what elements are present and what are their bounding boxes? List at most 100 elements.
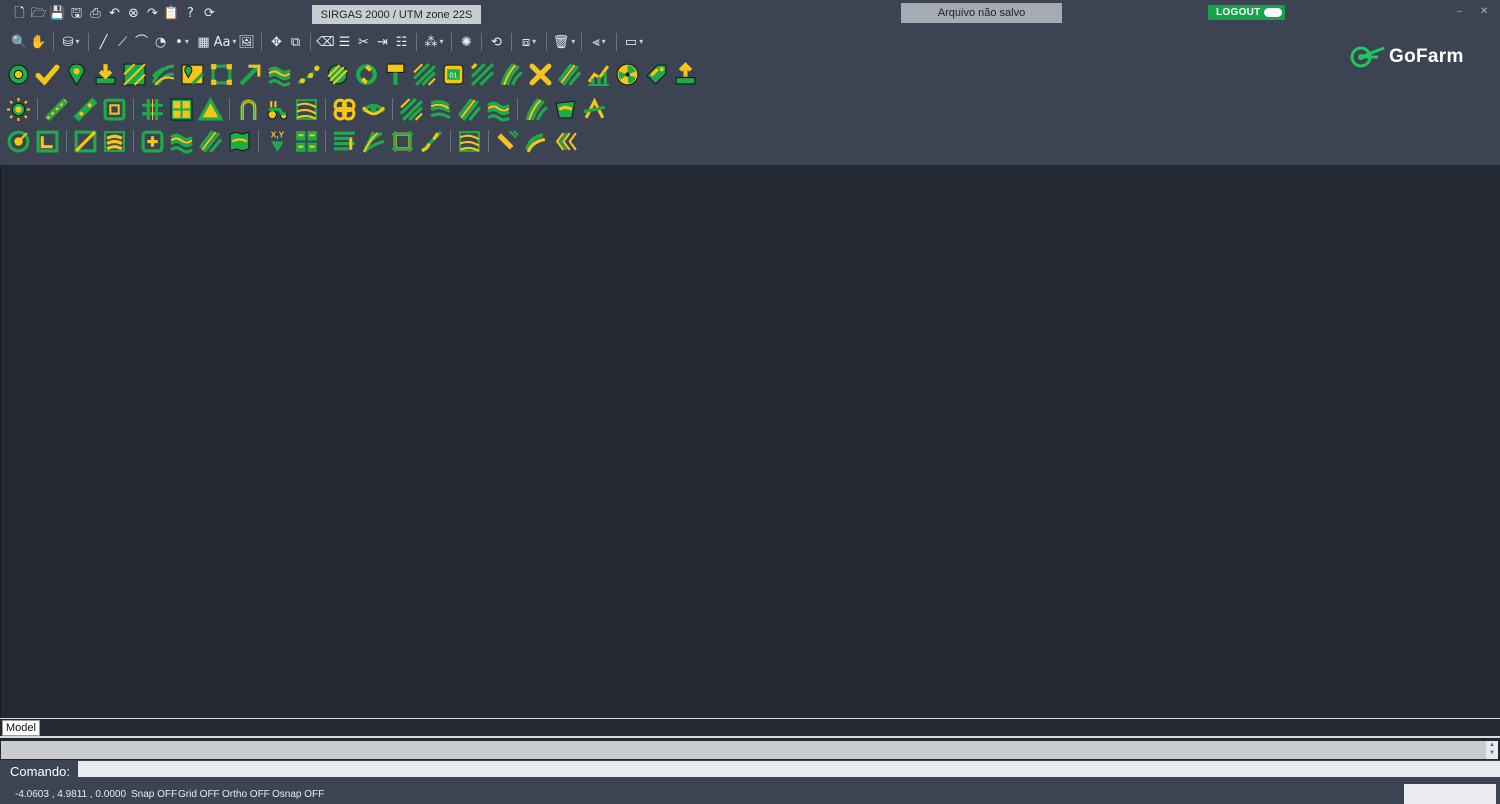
history-scrollbar[interactable]: ▲ ▼	[1486, 741, 1498, 759]
command-input[interactable]	[78, 761, 1500, 777]
corner-frame-icon[interactable]	[33, 127, 62, 155]
eye-path-icon[interactable]	[359, 95, 388, 123]
redo-icon[interactable]: ↷	[143, 3, 162, 23]
xy-coordinate-icon[interactable]: X,Y	[263, 127, 292, 155]
swept-rows-icon[interactable]	[484, 95, 513, 123]
radar-target-icon[interactable]	[4, 127, 33, 155]
diagonal-rows-icon[interactable]	[410, 60, 439, 88]
curved-lines-icon[interactable]	[149, 60, 178, 88]
logout-button[interactable]: LOGOUT	[1208, 5, 1285, 20]
ortho-toggle[interactable]: Ortho OFF	[222, 789, 270, 800]
fan-rows-icon[interactable]	[359, 127, 388, 155]
minimize-icon[interactable]: –	[1457, 6, 1462, 17]
grid-lines-icon[interactable]	[138, 95, 167, 123]
sun-gear-icon[interactable]	[4, 95, 33, 123]
add-plot-icon[interactable]	[138, 127, 167, 155]
diagonal-cut-icon[interactable]	[417, 127, 446, 155]
export-upload-icon[interactable]	[671, 60, 700, 88]
confirm-check-icon[interactable]	[33, 60, 62, 88]
angle-tool-icon[interactable]	[580, 95, 609, 123]
dotted-path-icon[interactable]	[294, 60, 323, 88]
save-icon[interactable]: 💾	[48, 3, 67, 23]
triangle-icon[interactable]	[196, 95, 225, 123]
erase-icon[interactable]: ⌫	[316, 32, 335, 52]
window-blocks-icon[interactable]	[167, 95, 196, 123]
drawing-canvas[interactable]	[0, 165, 1500, 718]
match-icon[interactable]: ⟲	[487, 32, 506, 52]
osnap-toggle[interactable]: Osnap OFF	[272, 789, 324, 800]
circle-icon[interactable]: ◔	[151, 32, 170, 52]
folded-map-icon[interactable]	[225, 127, 254, 155]
new-file-icon[interactable]: 🗋	[10, 3, 29, 23]
path-arrow-icon[interactable]	[236, 60, 265, 88]
snap-toggle[interactable]: Snap OFF	[131, 789, 177, 800]
ruler-icon[interactable]	[71, 95, 100, 123]
map-pin-area-icon[interactable]	[178, 60, 207, 88]
contour-rows-icon[interactable]	[426, 95, 455, 123]
flowing-rows-icon[interactable]	[167, 127, 196, 155]
arc-icon[interactable]: ⌒	[132, 32, 151, 52]
import-download-icon[interactable]	[91, 60, 120, 88]
slanted-rows-icon[interactable]	[555, 60, 584, 88]
point-icon[interactable]: •	[170, 32, 194, 52]
layers-icon[interactable]: ⛁	[59, 32, 83, 52]
growth-chart-icon[interactable]	[584, 60, 613, 88]
pan-icon[interactable]: ✋	[29, 32, 48, 52]
block-grid-icon[interactable]	[292, 127, 321, 155]
stacked-rows-icon[interactable]	[196, 127, 225, 155]
tractor-icon[interactable]	[263, 95, 292, 123]
slope-rows-icon[interactable]	[397, 95, 426, 123]
explode-icon[interactable]: ✺	[457, 32, 476, 52]
hatched-circle-icon[interactable]	[323, 60, 352, 88]
bucket-icon[interactable]	[551, 95, 580, 123]
line-icon[interactable]: ╱	[94, 32, 113, 52]
cancel-icon[interactable]: ⊗	[124, 3, 143, 23]
text-icon[interactable]: Aa	[213, 32, 237, 52]
coordinate-system-button[interactable]: SIRGAS 2000 / UTM zone 22S	[312, 5, 481, 24]
pencil-line-icon[interactable]	[42, 95, 71, 123]
extend-icon[interactable]: ⇥	[373, 32, 392, 52]
framed-square-icon[interactable]	[388, 127, 417, 155]
hand-path-icon[interactable]	[522, 127, 551, 155]
merge-rows-icon[interactable]	[455, 127, 484, 155]
print-icon[interactable]: ⎙	[86, 3, 105, 23]
brush-icon[interactable]	[381, 60, 410, 88]
snap-icon[interactable]: ⁂	[422, 32, 446, 52]
remove-x-icon[interactable]	[526, 60, 555, 88]
help-icon[interactable]: ?	[181, 3, 200, 23]
move-icon[interactable]: ✥	[267, 32, 286, 52]
block-icon[interactable]: ⧈	[517, 32, 541, 52]
cycle-icon[interactable]	[352, 60, 381, 88]
spray-icon[interactable]	[493, 127, 522, 155]
corner-rows-icon[interactable]	[468, 60, 497, 88]
grid-toggle[interactable]: Grid OFF	[178, 789, 220, 800]
radiation-icon[interactable]	[613, 60, 642, 88]
properties-icon[interactable]: ☰	[335, 32, 354, 52]
hatch-icon[interactable]: ▦	[194, 32, 213, 52]
boxed-waves-icon[interactable]	[100, 127, 129, 155]
delete-icon[interactable]: 🗑	[552, 32, 576, 52]
tab-model[interactable]: Model	[2, 720, 40, 736]
polyline-icon[interactable]: ⟋	[113, 32, 132, 52]
split-square-icon[interactable]	[71, 127, 100, 155]
dense-rows-icon[interactable]	[455, 95, 484, 123]
close-icon[interactable]: ✕	[1480, 6, 1488, 17]
viewport-icon[interactable]: ▭	[622, 32, 646, 52]
trim-icon[interactable]: ✂	[354, 32, 373, 52]
field-grid-icon[interactable]	[120, 60, 149, 88]
refresh-icon[interactable]: ⟳	[200, 3, 219, 23]
polygon-nodes-icon[interactable]	[207, 60, 236, 88]
logout-toggle[interactable]	[1264, 8, 1282, 17]
numbered-plot-icon[interactable]: 01	[439, 60, 468, 88]
wave-lines-icon[interactable]	[265, 60, 294, 88]
clipboard-icon[interactable]: 📋	[162, 3, 181, 23]
undo-icon[interactable]: ↶	[105, 3, 124, 23]
zoom-icon[interactable]: 🔍	[10, 32, 29, 52]
measure-icon[interactable]: ⫷	[587, 32, 611, 52]
save-as-icon[interactable]: 🖫	[67, 3, 86, 23]
u-turn-icon[interactable]	[234, 95, 263, 123]
settings-gear-icon[interactable]	[4, 60, 33, 88]
open-file-icon[interactable]: 🗁	[29, 3, 48, 23]
parallel-curves-icon[interactable]	[497, 60, 526, 88]
image-icon[interactable]: 🖼	[237, 32, 256, 52]
